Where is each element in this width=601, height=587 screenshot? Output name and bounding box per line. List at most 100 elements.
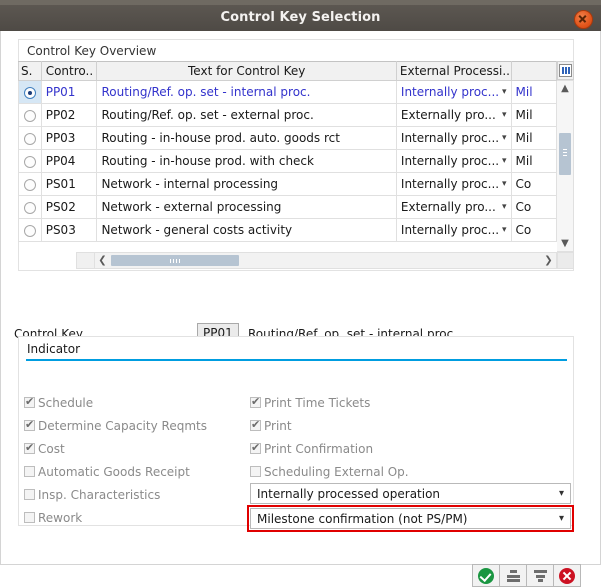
cell-external[interactable]: Externally pro... ▾ <box>395 103 512 127</box>
scroll-left-icon[interactable]: ❮ <box>95 253 110 268</box>
row-radio-cell[interactable] <box>18 149 42 173</box>
row-radio-cell[interactable] <box>18 80 42 104</box>
cell-control-key[interactable]: PP04 <box>40 149 98 173</box>
scroll-up-icon[interactable]: ▲ <box>557 81 573 96</box>
chevron-down-icon[interactable]: ▾ <box>502 156 507 166</box>
column-header-external[interactable]: External Processi.. <box>395 61 512 81</box>
row-radio[interactable] <box>23 132 36 145</box>
checkbox-box[interactable] <box>250 466 261 477</box>
row-radio-cell[interactable] <box>18 195 42 219</box>
table-row[interactable]: PP04 Routing - in-house prod. with check… <box>18 149 558 173</box>
table-row[interactable]: PP01 Routing/Ref. op. set - internal pro… <box>18 80 558 104</box>
column-header-text[interactable]: Text for Control Key <box>96 61 397 81</box>
checkbox-print-confirmation[interactable]: Print Confirmation <box>250 441 373 456</box>
horizontal-scroll-thumb[interactable] <box>111 255 239 266</box>
checkbox-rework[interactable]: Rework <box>24 511 82 525</box>
sort-descending-button[interactable] <box>526 564 554 587</box>
row-radio-cell[interactable] <box>18 218 42 242</box>
checkbox-scheduling-external-op[interactable]: Scheduling External Op. <box>250 465 409 479</box>
column-config-icon[interactable] <box>559 64 572 77</box>
vertical-scroll-thumb[interactable] <box>559 133 571 175</box>
chevron-down-icon[interactable]: ▾ <box>502 133 507 143</box>
checkbox-automatic-goods-receipt[interactable]: Automatic Goods Receipt <box>24 465 190 479</box>
chevron-down-icon[interactable]: ▾ <box>502 110 507 120</box>
table-row[interactable]: PP03 Routing - in-house prod. auto. good… <box>18 126 558 150</box>
cell-control-key[interactable]: PS03 <box>40 218 98 242</box>
table-row[interactable]: PS02 Network - external processing Exter… <box>18 195 558 219</box>
checkbox-determine-capacity-reqmts[interactable]: Determine Capacity Reqmts <box>24 418 207 433</box>
cell-text[interactable]: Routing/Ref. op. set - internal proc. <box>96 80 397 104</box>
column-header-control-key[interactable]: Contro.. <box>40 61 98 81</box>
row-radio[interactable] <box>23 155 36 168</box>
cell-text[interactable]: Routing - in-house prod. with check <box>96 149 397 173</box>
column-header-milestone[interactable] <box>510 61 558 81</box>
cell-milestone[interactable]: Mil <box>510 103 558 127</box>
cell-milestone[interactable]: Mil <box>510 80 558 104</box>
row-radio[interactable] <box>23 224 36 237</box>
checkbox-schedule[interactable]: Schedule <box>24 395 93 410</box>
row-radio-cell[interactable] <box>18 126 42 150</box>
column-config-button[interactable] <box>557 61 574 80</box>
cell-milestone[interactable]: Mil <box>510 149 558 173</box>
cell-control-key[interactable]: PS01 <box>40 172 98 196</box>
cell-control-key[interactable]: PS02 <box>40 195 98 219</box>
cell-external[interactable]: Internally proc... ▾ <box>395 172 512 196</box>
scroll-right-icon[interactable]: ❯ <box>541 253 556 268</box>
checkbox-box[interactable] <box>250 418 261 431</box>
cell-control-key[interactable]: PP02 <box>40 103 98 127</box>
checkbox-insp-characteristics[interactable]: Insp. Characteristics <box>24 488 160 502</box>
cell-milestone[interactable]: Co <box>510 195 558 219</box>
chevron-down-icon[interactable]: ▾ <box>502 202 507 212</box>
cell-text[interactable]: Routing - in-house prod. auto. goods rct <box>96 126 397 150</box>
cell-external[interactable]: Internally proc... ▾ <box>395 218 512 242</box>
cell-control-key[interactable]: PP03 <box>40 126 98 150</box>
table-row[interactable]: PP02 Routing/Ref. op. set - external pro… <box>18 103 558 127</box>
cell-text[interactable]: Network - internal processing <box>96 172 397 196</box>
cell-milestone[interactable]: Co <box>510 172 558 196</box>
cell-external[interactable]: Internally proc... ▾ <box>395 80 512 104</box>
checkbox-print-time-tickets[interactable]: Print Time Tickets <box>250 395 370 410</box>
cancel-button[interactable] <box>553 564 581 587</box>
chevron-down-icon[interactable]: ▾ <box>559 513 564 524</box>
cell-external[interactable]: Externally pro... ▾ <box>395 195 512 219</box>
cell-external[interactable]: Internally proc... ▾ <box>395 126 512 150</box>
checkbox-box[interactable] <box>24 395 35 408</box>
checkbox-box[interactable] <box>24 418 35 431</box>
checkbox-box[interactable] <box>250 441 261 454</box>
checkbox-box[interactable] <box>24 441 35 454</box>
chevron-down-icon[interactable]: ▾ <box>502 179 507 189</box>
close-icon[interactable] <box>574 10 593 29</box>
row-radio-cell[interactable] <box>18 103 42 127</box>
chevron-down-icon[interactable]: ▾ <box>502 225 507 235</box>
row-radio[interactable] <box>23 109 36 122</box>
chevron-down-icon[interactable]: ▾ <box>559 488 564 499</box>
row-radio[interactable] <box>23 86 36 99</box>
scroll-down-icon[interactable]: ▼ <box>557 236 573 251</box>
checkbox-cost[interactable]: Cost <box>24 441 65 456</box>
sort-ascending-button[interactable] <box>499 564 527 587</box>
chevron-down-icon[interactable]: ▾ <box>502 87 507 97</box>
table-horizontal-scrollbar[interactable]: ❮ ❯ <box>94 252 557 269</box>
checkbox-print[interactable]: Print <box>250 418 292 433</box>
cell-control-key[interactable]: PP01 <box>40 80 98 104</box>
cell-milestone[interactable]: Co <box>510 218 558 242</box>
cell-text[interactable]: Routing/Ref. op. set - external proc. <box>96 103 397 127</box>
cell-text[interactable]: Network - external processing <box>96 195 397 219</box>
row-radio[interactable] <box>23 201 36 214</box>
operation-type-select[interactable]: Internally processed operation ▾ <box>250 483 571 504</box>
column-header-select[interactable]: S. <box>18 61 42 81</box>
checkbox-box[interactable] <box>24 466 35 477</box>
row-radio-cell[interactable] <box>18 172 42 196</box>
table-row[interactable]: PS01 Network - internal processing Inter… <box>18 172 558 196</box>
cell-text[interactable]: Network - general costs activity <box>96 218 397 242</box>
cell-external[interactable]: Internally proc... ▾ <box>395 149 512 173</box>
cell-milestone[interactable]: Mil <box>510 126 558 150</box>
checkbox-box[interactable] <box>24 489 35 500</box>
checkbox-box[interactable] <box>250 395 261 408</box>
confirmation-type-select[interactable]: Milestone confirmation (not PS/PM) ▾ <box>250 508 571 529</box>
row-radio[interactable] <box>23 178 36 191</box>
confirm-button[interactable] <box>472 564 500 587</box>
table-row[interactable]: PS03 Network - general costs activity In… <box>18 218 558 242</box>
checkbox-box[interactable] <box>24 512 35 523</box>
table-vertical-scrollbar[interactable]: ▲ ▼ <box>557 80 574 252</box>
